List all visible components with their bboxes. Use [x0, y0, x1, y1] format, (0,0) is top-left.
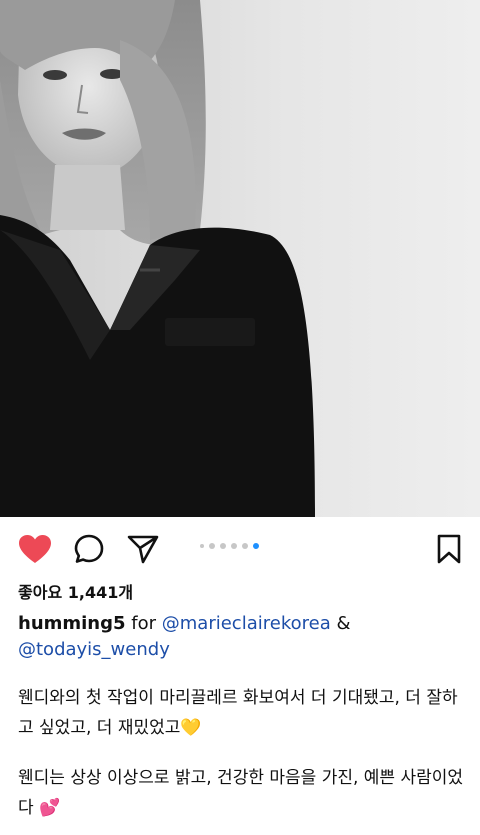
- mention-link[interactable]: @marieclairekorea: [162, 613, 331, 634]
- caption-ampersand: &: [336, 613, 351, 634]
- caption-paragraph: 웬디는 상상 이상으로 밝고, 건강한 마음을 가진, 예쁜 사람이었다 💕: [18, 768, 464, 818]
- send-icon[interactable]: [127, 534, 159, 564]
- portrait-image: [0, 0, 480, 517]
- carousel-indicator: [200, 541, 259, 551]
- likes-count[interactable]: 좋아요 1,441개: [18, 579, 133, 603]
- author-username[interactable]: humming5: [18, 613, 126, 634]
- caption-paragraph: 웬디와의 첫 작업이 마리끌레르 화보여서 더 기대됐고, 더 잘하고 싶었고,…: [18, 688, 458, 738]
- post-caption: humming5 for @marieclairekorea & @todayi…: [18, 611, 462, 663]
- caption-for: for: [131, 613, 157, 634]
- heart-icon[interactable]: [18, 534, 52, 564]
- comment-icon[interactable]: [74, 534, 104, 564]
- carousel-dot: [242, 543, 248, 549]
- carousel-dot: [209, 543, 215, 549]
- post-photo[interactable]: [0, 0, 480, 517]
- carousel-dot: [200, 544, 204, 548]
- carousel-dot-active: [253, 543, 259, 549]
- carousel-dot: [231, 543, 237, 549]
- carousel-dot: [220, 543, 226, 549]
- bookmark-icon[interactable]: [436, 534, 462, 564]
- mention-link[interactable]: @todayis_wendy: [18, 639, 170, 660]
